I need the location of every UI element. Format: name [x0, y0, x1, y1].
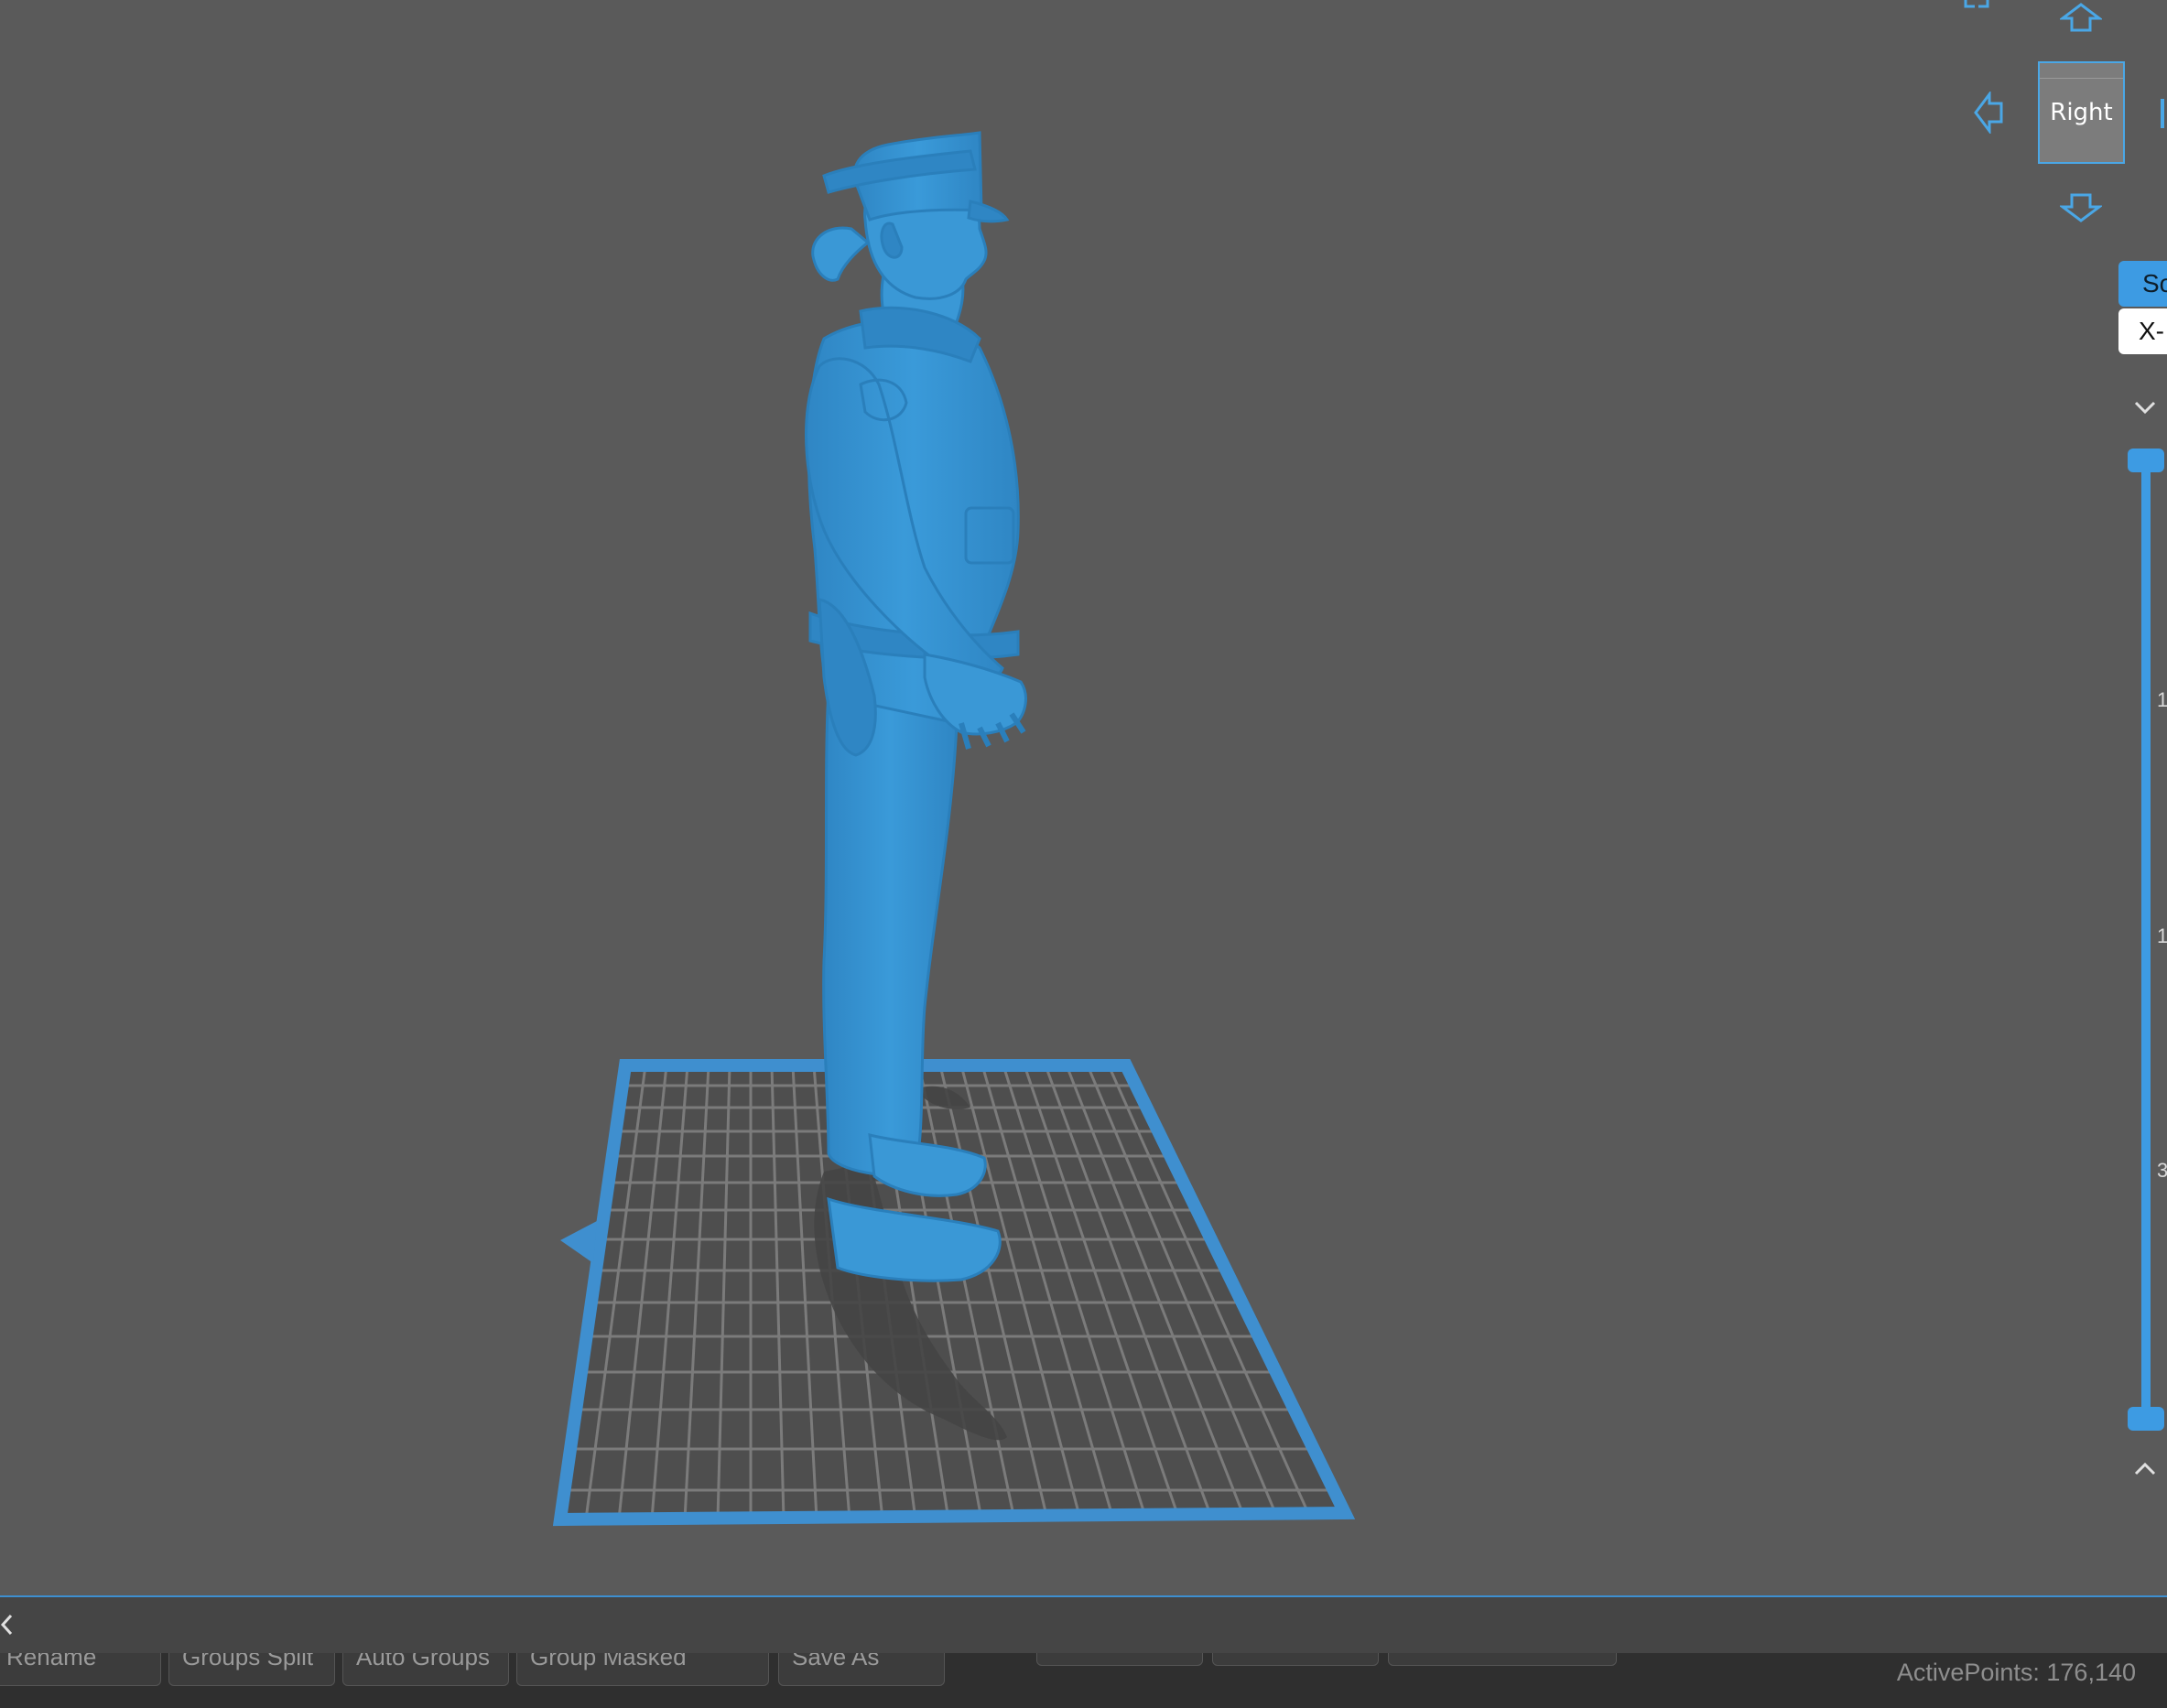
collapse-icon[interactable] — [0, 1612, 13, 1638]
axis-field[interactable]: X- — [2118, 308, 2167, 354]
save-as-button[interactable]: Save As — [778, 1653, 945, 1686]
auto-groups-button[interactable]: Auto Groups — [342, 1653, 509, 1686]
build-plate — [552, 1059, 1356, 1527]
rename-button[interactable]: Rename — [0, 1653, 161, 1686]
slider-tick-label: 1 — [2157, 924, 2167, 947]
slider-top-handle[interactable] — [2128, 449, 2164, 472]
chevron-down-icon[interactable] — [2133, 398, 2157, 416]
group-masked-button[interactable]: Group Masked — [516, 1653, 769, 1686]
slider-tick-label: 1 — [2157, 688, 2167, 711]
view-cube-face[interactable]: Right — [2038, 61, 2125, 164]
view-cube-top-edge — [2040, 63, 2123, 79]
arrow-right-icon[interactable] — [2161, 95, 2167, 132]
bottom-panel-header — [0, 1597, 2167, 1653]
arrow-left-icon[interactable] — [1973, 90, 2004, 135]
mode-button[interactable]: Sc — [2118, 261, 2167, 307]
arrow-down-icon[interactable] — [2058, 192, 2104, 223]
corner-icon[interactable] — [1964, 0, 1989, 8]
toolbar-button[interactable] — [1212, 1653, 1379, 1666]
groups-split-button[interactable]: Groups Split — [168, 1653, 335, 1686]
slider-tick-label: 3 — [2157, 1159, 2167, 1182]
slider-bottom-handle[interactable] — [2128, 1407, 2164, 1431]
slice-slider-track[interactable] — [2141, 458, 2151, 1419]
scene-canvas[interactable] — [0, 0, 2167, 1595]
arrow-up-icon[interactable] — [2058, 2, 2104, 33]
chevron-up-icon[interactable] — [2133, 1460, 2157, 1478]
bottom-panel: Rename Groups Split Auto Groups Group Ma… — [0, 1597, 2167, 1708]
build-plate-front-marker — [560, 1221, 597, 1263]
toolbar-button[interactable] — [1036, 1653, 1203, 1666]
active-points-status: ActivePoints: 176,140 — [1896, 1659, 2136, 1686]
3d-viewport[interactable]: Right Sc X- 1 1 3 — [0, 0, 2167, 1595]
bottom-toolbar: Rename Groups Split Auto Groups Group Ma… — [0, 1653, 2167, 1708]
toolbar-button[interactable] — [1388, 1653, 1617, 1666]
view-cube-face-label: Right — [2050, 99, 2113, 126]
